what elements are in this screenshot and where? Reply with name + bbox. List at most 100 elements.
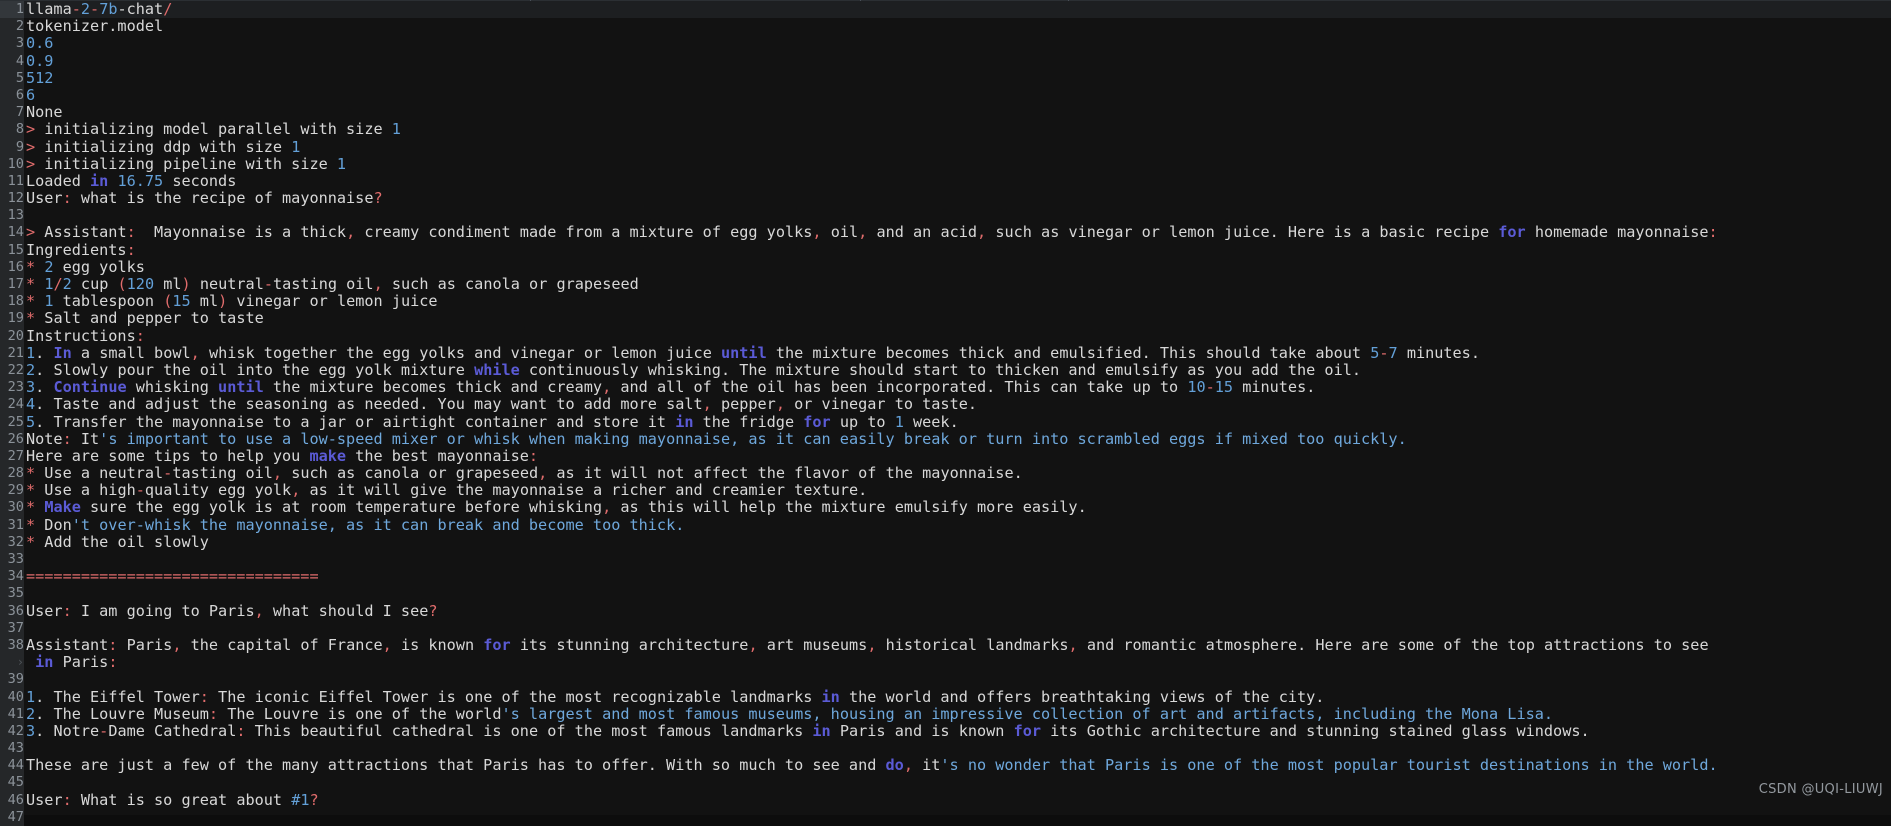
token-def: initializing pipeline with size	[35, 155, 337, 173]
token-def: What is so great about	[71, 791, 292, 809]
line-number: 9	[0, 138, 24, 156]
line-number: 2	[0, 18, 24, 36]
token-num: 120	[126, 276, 155, 293]
code-line[interactable]: 18 * 1 tablespoon (15 ml) vinegar or lemo…	[0, 293, 1891, 311]
token-op: ,	[291, 482, 301, 500]
code-line[interactable]: 31 * Don't over-whisk the mayonnaise, as …	[0, 516, 1891, 534]
token-def: a small bowl	[71, 344, 191, 362]
code-line[interactable]: 46 User: What is so great about #1?	[0, 791, 1891, 809]
token-op: ,	[382, 636, 392, 654]
code-line[interactable]: 33	[0, 551, 1891, 569]
token-def: tablespoon	[53, 293, 164, 311]
code-line[interactable]: 66	[0, 86, 1891, 105]
code-line[interactable]: 30 * Make sure the egg yolk is at room te…	[0, 499, 1891, 517]
token-def: the mixture becomes thick and emulsified…	[766, 344, 1371, 362]
code-line[interactable]: 11 Loaded in 16.75 seconds	[0, 172, 1891, 191]
token-op: >	[26, 224, 36, 242]
code-line[interactable]: 2 tokenizer.model	[0, 18, 1891, 36]
code-line[interactable]: 28 * Use a neutral-tasting oil, such as c…	[0, 465, 1891, 483]
line-number: 40	[0, 688, 24, 706]
token-def: as it will give the mayonnaise a richer …	[300, 482, 868, 500]
token-def: and romantic atmosphere. Here are some o…	[1077, 636, 1709, 654]
token-def: Assistant	[26, 636, 109, 654]
code-line[interactable]: 43	[0, 740, 1891, 758]
token-kw: in	[90, 172, 109, 190]
token-def: initializing model parallel with size	[35, 121, 392, 139]
token-op: :	[208, 705, 219, 723]
code-line[interactable]: 3 0.6	[0, 35, 1891, 53]
token-str: 't over-whisk the mayonnaise, as it can …	[71, 516, 685, 534]
token-def: . The Louvre Museum	[35, 705, 209, 723]
code-line-text: 2. Slowly pour the oil into the egg yolk…	[26, 362, 1891, 379]
token-def: Use a high	[35, 482, 136, 500]
token-def: tasting oil	[273, 276, 374, 293]
code-line[interactable]: 1 llama-2-7b-chat/	[0, 1, 1891, 19]
token-def: whisk together the egg yolks and vinegar…	[199, 344, 721, 362]
code-lines-container[interactable]: 1 llama-2-7b-chat/2 tokenizer.model 3 0.6 4 0.…	[0, 1, 1891, 826]
token-def: Here are some tips to help you	[26, 447, 310, 465]
code-line[interactable]: 7 None	[0, 104, 1891, 122]
code-line[interactable]: 34 ================================	[0, 568, 1891, 586]
code-line[interactable]: 22 2. Slowly pour the oil into the egg yo…	[0, 361, 1891, 380]
code-line[interactable]: 10 > initializing pipeline with size 1	[0, 155, 1891, 173]
code-line[interactable]: 4 0.9	[0, 52, 1891, 70]
token-num: 1	[26, 344, 36, 362]
code-line[interactable]: 5 512	[0, 69, 1891, 87]
token-op: *	[26, 310, 36, 328]
code-line-text: > initializing ddp with size 1	[26, 139, 1891, 156]
code-line[interactable]: 14 > Assistant: Mayonnaise is a thick, cr…	[0, 224, 1891, 242]
code-line[interactable]: 29 * Use a high-quality egg yolk, as it w…	[0, 482, 1891, 500]
token-def: its stunning architecture	[510, 636, 749, 654]
code-line[interactable]: › in Paris:	[0, 654, 1891, 672]
line-number: 3	[0, 35, 24, 53]
line-number: 38	[0, 636, 24, 655]
line-number: 11	[0, 172, 24, 191]
code-line[interactable]: 12 User: what is the recipe of mayonnaise…	[0, 190, 1891, 208]
token-def: . The Eiffel Tower	[35, 688, 200, 706]
token-op: *	[26, 276, 36, 293]
line-number: 25	[0, 413, 24, 431]
code-line[interactable]: 27 Here are some tips to help you make th…	[0, 447, 1891, 466]
code-line[interactable]: 25 5. Transfer the mayonnaise to a jar or…	[0, 413, 1891, 431]
code-line[interactable]: 39	[0, 671, 1891, 689]
code-line[interactable]: 45	[0, 774, 1891, 792]
code-line[interactable]: 44 These are just a few of the many attra…	[0, 757, 1891, 775]
code-line[interactable]: 19 * Salt and pepper to taste	[0, 310, 1891, 328]
code-line[interactable]: 9 > initializing ddp with size 1	[0, 138, 1891, 156]
code-line[interactable]: 47	[0, 808, 1891, 826]
token-def: Mayonnaise is a thick	[135, 224, 347, 242]
code-line[interactable]: 42 3. Notre-Dame Cathedral: This beautifu…	[0, 722, 1891, 741]
token-kw: until	[218, 379, 264, 397]
token-def: I am going to Paris	[71, 602, 255, 620]
code-line[interactable]: 38 Assistant: Paris, the capital of Franc…	[0, 636, 1891, 655]
code-line[interactable]: 15 Ingredients:	[0, 241, 1891, 259]
code-line-text: tokenizer.model	[26, 18, 1891, 35]
token-op: ?	[373, 190, 383, 208]
code-line[interactable]: 8 > initializing model parallel with size…	[0, 121, 1891, 139]
code-line-text: * 1 tablespoon (15 ml) vinegar or lemon …	[26, 293, 1891, 310]
code-line[interactable]: 32 * Add the oil slowly	[0, 533, 1891, 552]
code-line[interactable]: 24 4. Taste and adjust the seasoning as n…	[0, 396, 1891, 414]
code-line[interactable]: 40 1. The Eiffel Tower: The iconic Eiffel…	[0, 688, 1891, 706]
code-line[interactable]: 23 3. Continue whisking until the mixture…	[0, 379, 1891, 397]
code-line[interactable]: 36 User: I am going to Paris, what should…	[0, 602, 1891, 620]
token-def: seconds	[163, 172, 237, 190]
code-line[interactable]: 35	[0, 585, 1891, 603]
token-num: 2	[26, 361, 36, 379]
line-number: 32	[0, 533, 24, 552]
line-number: 47	[0, 808, 24, 826]
code-line[interactable]: 20 Instructions:	[0, 327, 1891, 345]
code-line[interactable]: 13	[0, 207, 1891, 225]
code-line[interactable]: 41 2. The Louvre Museum: The Louvre is on…	[0, 705, 1891, 723]
token-num: #1	[291, 791, 310, 809]
code-line[interactable]: 37	[0, 619, 1891, 637]
code-line-text: * 1/2 cup (120 ml) neutral-tasting oil, …	[26, 276, 1891, 293]
code-line[interactable]: 17 * 1/2 cup (120 ml) neutral-tasting oil…	[0, 276, 1891, 294]
code-line-text: > Assistant: Mayonnaise is a thick, crea…	[26, 224, 1891, 241]
code-editor[interactable]: 1 llama-2-7b-chat/2 tokenizer.model 3 0.6 4 0.…	[0, 0, 1891, 826]
code-line[interactable]: 16 * 2 egg yolks	[0, 258, 1891, 277]
line-number: 5	[0, 69, 24, 87]
code-line[interactable]: 26 Note: It's important to use a low-spee…	[0, 430, 1891, 448]
token-def: cup	[71, 276, 118, 293]
code-line[interactable]: 21 1. In a small bowl, whisk together the…	[0, 344, 1891, 362]
